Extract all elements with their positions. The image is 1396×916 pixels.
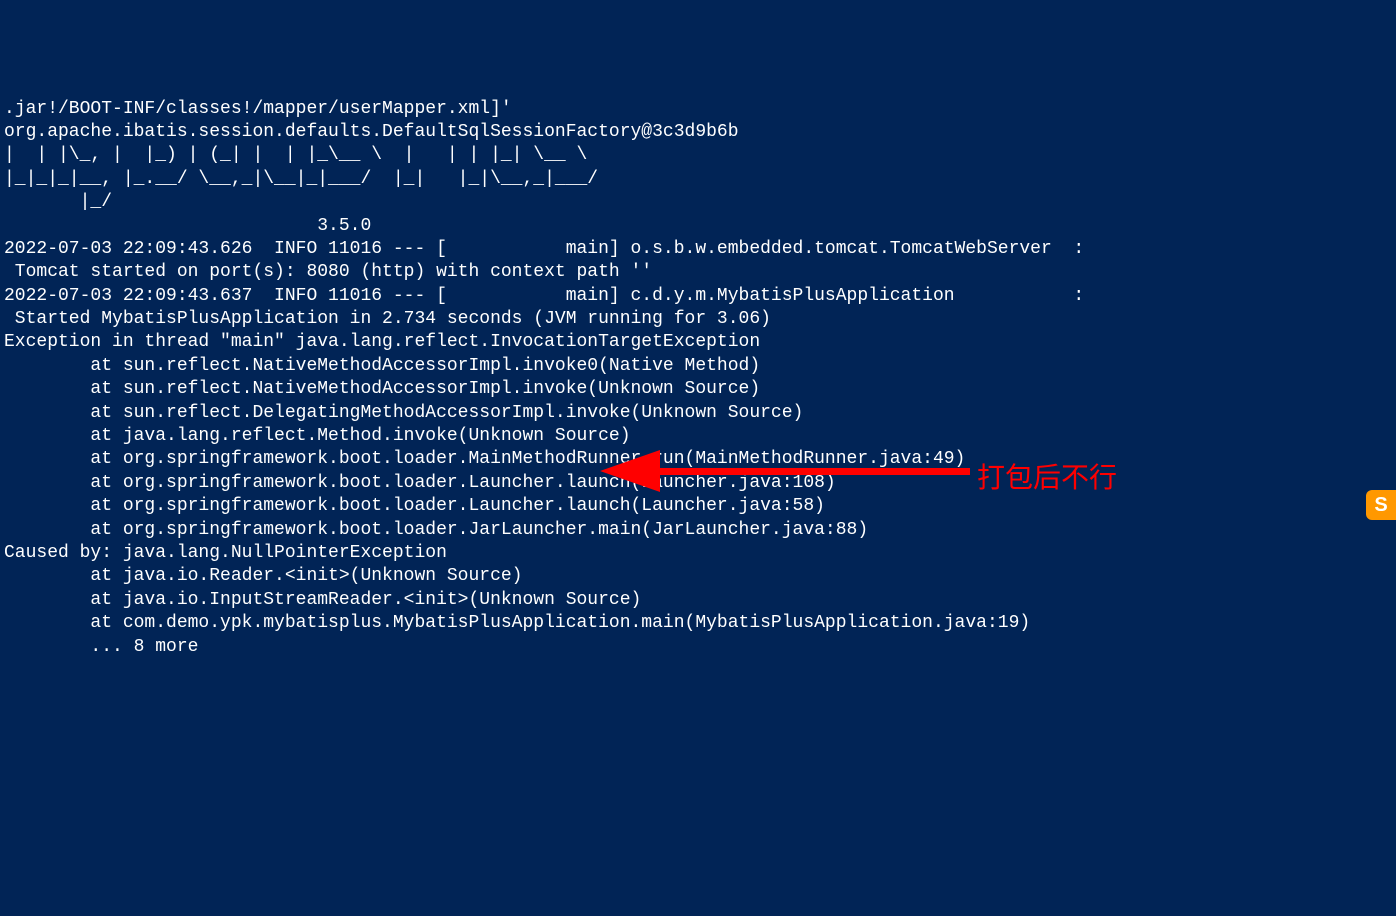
terminal-line: 2022-07-03 22:09:43.626 INFO 11016 --- […: [4, 238, 1392, 261]
annotation-label: 打包后不行: [977, 460, 1117, 496]
terminal-line: Tomcat started on port(s): 8080 (http) w…: [4, 261, 1392, 284]
terminal-line: at java.lang.reflect.Method.invoke(Unkno…: [4, 425, 1392, 448]
terminal-output: .jar!/BOOT-INF/classes!/mapper/userMappe…: [4, 98, 1392, 659]
terminal-line: Caused by: java.lang.NullPointerExceptio…: [4, 542, 1392, 565]
terminal-line: |_|_|_|__, |_.__/ \__,_|\__|_|___/ |_| |…: [4, 168, 1392, 191]
terminal-line: at java.io.Reader.<init>(Unknown Source): [4, 565, 1392, 588]
terminal-line: ... 8 more: [4, 636, 1392, 659]
terminal-line: at sun.reflect.NativeMethodAccessorImpl.…: [4, 355, 1392, 378]
terminal-line: at org.springframework.boot.loader.JarLa…: [4, 519, 1392, 542]
terminal-line: | | |\_, | |_) | (_| | | |_\__ \ | | | |…: [4, 144, 1392, 167]
sublime-icon[interactable]: S: [1366, 490, 1396, 520]
terminal-line: 3.5.0: [4, 215, 1392, 238]
terminal-line: at org.springframework.boot.loader.Launc…: [4, 495, 1392, 518]
terminal-line: .jar!/BOOT-INF/classes!/mapper/userMappe…: [4, 98, 1392, 121]
terminal-line: Exception in thread "main" java.lang.ref…: [4, 331, 1392, 354]
terminal-line: 2022-07-03 22:09:43.637 INFO 11016 --- […: [4, 285, 1392, 308]
terminal-line: |_/: [4, 191, 1392, 214]
terminal-line: at sun.reflect.DelegatingMethodAccessorI…: [4, 402, 1392, 425]
terminal-line: at com.demo.ypk.mybatisplus.MybatisPlusA…: [4, 612, 1392, 635]
terminal-line: Started MybatisPlusApplication in 2.734 …: [4, 308, 1392, 331]
annotation-arrow: [600, 455, 980, 485]
terminal-line: at sun.reflect.NativeMethodAccessorImpl.…: [4, 378, 1392, 401]
terminal-line: at java.io.InputStreamReader.<init>(Unkn…: [4, 589, 1392, 612]
terminal-line: org.apache.ibatis.session.defaults.Defau…: [4, 121, 1392, 144]
